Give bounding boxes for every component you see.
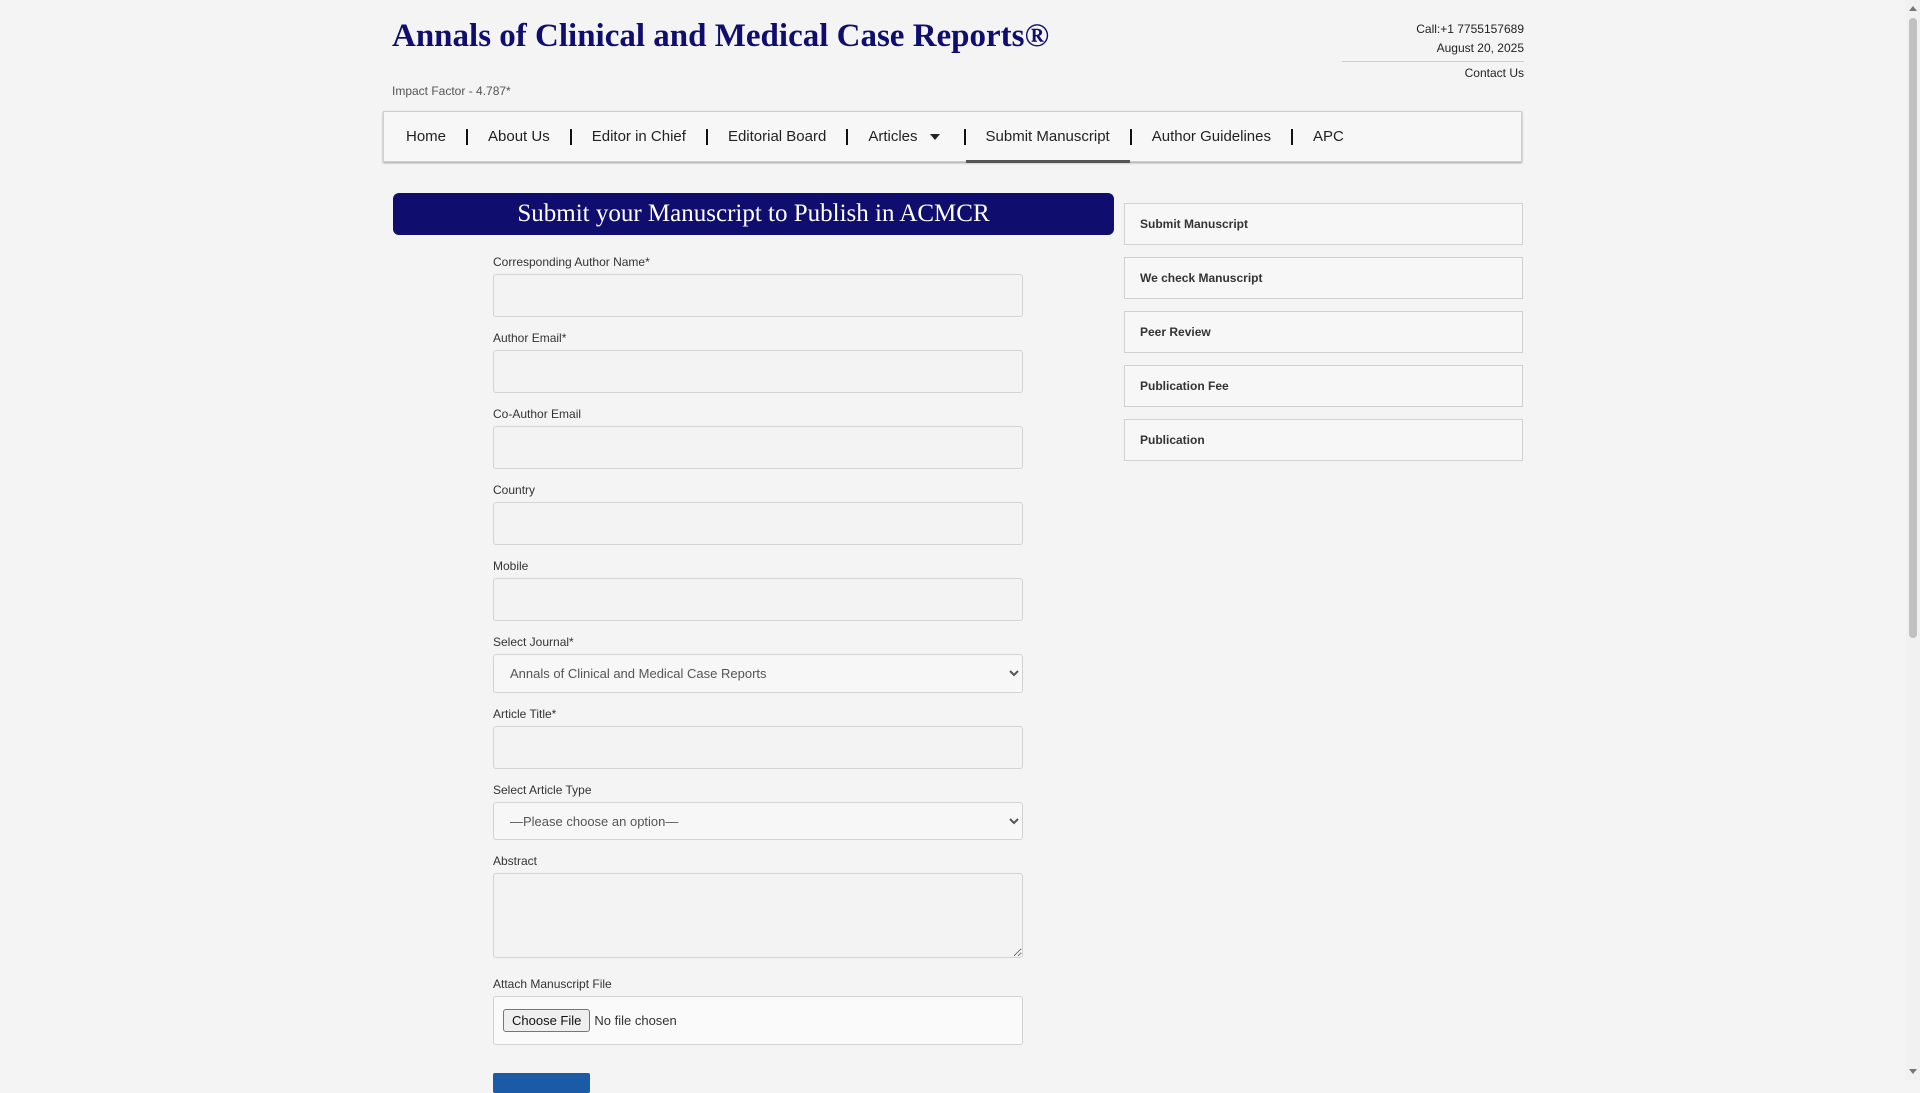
page-banner: Submit your Manuscript to Publish in ACM… xyxy=(393,193,1114,235)
nav-articles-label: Articles xyxy=(868,128,918,145)
sidebar: Submit Manuscript We check Manuscript Pe… xyxy=(1124,203,1523,473)
coauthor-email-label: Co-Author Email xyxy=(493,407,582,421)
article-title-label: Article Title* xyxy=(493,707,557,721)
scroll-down-icon[interactable] xyxy=(1909,1069,1917,1074)
nav-separator xyxy=(569,128,572,145)
contact-us-link[interactable]: Contact Us xyxy=(1342,65,1524,81)
nav-editorial-board[interactable]: Editorial Board xyxy=(728,112,846,161)
journal-select[interactable]: Annals of Clinical and Medical Case Repo… xyxy=(493,654,1023,693)
country-field-group: Country xyxy=(493,483,1023,545)
file-label: Attach Manuscript File xyxy=(493,977,612,991)
sidebar-item-label: Publication Fee xyxy=(1140,379,1229,393)
article-title-field-group: Article Title* xyxy=(493,707,1023,769)
sidebar-item-submit-manuscript[interactable]: Submit Manuscript xyxy=(1124,203,1523,245)
sidebar-item-label: Publication xyxy=(1140,433,1205,447)
sidebar-item-we-check-manuscript[interactable]: We check Manuscript xyxy=(1124,257,1523,299)
author-email-label: Author Email* xyxy=(493,331,567,345)
nav-submit-manuscript-label: Submit Manuscript xyxy=(985,128,1110,145)
contact-box: Call:+1 7755157689 August 20, 2025 Conta… xyxy=(1342,20,1524,81)
sidebar-item-label: We check Manuscript xyxy=(1140,271,1263,285)
nav-separator xyxy=(466,128,469,145)
scroll-up-icon[interactable] xyxy=(1909,6,1917,11)
country-input[interactable] xyxy=(493,502,1023,545)
impact-factor: Impact Factor - 4.787* xyxy=(392,84,511,98)
coauthor-email-input[interactable] xyxy=(493,426,1023,469)
file-status: No file chosen xyxy=(594,1013,677,1028)
nav-articles[interactable]: Articles xyxy=(868,112,959,161)
nav-separator xyxy=(705,128,708,145)
nav-home-label: Home xyxy=(406,128,447,145)
main-navbar: Home About Us Editor in Chief Editorial … xyxy=(383,111,1522,163)
nav-about-us[interactable]: About Us xyxy=(488,112,570,161)
nav-separator xyxy=(1290,128,1293,145)
author-name-input[interactable] xyxy=(493,274,1023,317)
mobile-field-group: Mobile xyxy=(493,559,1023,621)
article-type-field-group: Select Article Type —Please choose an op… xyxy=(493,783,1023,840)
nav-editor-in-chief[interactable]: Editor in Chief xyxy=(592,112,706,161)
choose-file-button[interactable]: Choose File xyxy=(503,1009,591,1032)
nav-about-us-label: About Us xyxy=(488,128,550,145)
nav-list: Home About Us Editor in Chief Editorial … xyxy=(384,112,1521,163)
nav-apc-label: APC xyxy=(1312,128,1344,145)
contact-divider xyxy=(1342,61,1524,62)
nav-editor-in-chief-label: Editor in Chief xyxy=(591,128,686,145)
sidebar-item-label: Peer Review xyxy=(1140,325,1211,339)
current-date: August 20, 2025 xyxy=(1436,41,1524,55)
chevron-down-icon xyxy=(929,133,940,140)
phone-number: Call:+1 7755157689 xyxy=(1416,22,1524,36)
abstract-textarea[interactable] xyxy=(493,873,1023,958)
sidebar-item-label: Submit Manuscript xyxy=(1140,217,1249,231)
page-title: Submit your Manuscript to Publish in ACM… xyxy=(517,200,990,227)
article-type-select[interactable]: —Please choose an option— xyxy=(493,802,1023,840)
nav-author-guidelines-label: Author Guidelines xyxy=(1151,128,1271,145)
author-name-label: Corresponding Author Name* xyxy=(493,255,650,269)
submit-button[interactable] xyxy=(493,1073,590,1093)
coauthor-email-field-group: Co-Author Email xyxy=(493,407,1023,469)
page-scrollbar[interactable] xyxy=(1906,0,1920,1080)
mobile-input[interactable] xyxy=(493,578,1023,621)
scrollbar-thumb[interactable] xyxy=(1909,18,1917,638)
nav-submit-manuscript[interactable]: Submit Manuscript xyxy=(965,114,1130,163)
nav-apc[interactable]: APC xyxy=(1313,112,1364,161)
mobile-label: Mobile xyxy=(493,559,529,573)
article-title-input[interactable] xyxy=(493,726,1023,769)
sidebar-item-peer-review[interactable]: Peer Review xyxy=(1124,311,1523,353)
nav-home[interactable]: Home xyxy=(406,112,466,161)
site-title[interactable]: Annals of Clinical and Medical Case Repo… xyxy=(392,18,1049,55)
nav-separator xyxy=(846,128,849,145)
journal-field-group: Select Journal* Annals of Clinical and M… xyxy=(493,635,1023,693)
country-label: Country xyxy=(493,483,536,497)
file-upload: Choose File No file chosen xyxy=(493,996,1023,1045)
nav-separator xyxy=(1129,128,1132,145)
abstract-field-group: Abstract xyxy=(493,854,1023,963)
sidebar-item-publication-fee[interactable]: Publication Fee xyxy=(1124,365,1523,407)
author-name-field-group: Corresponding Author Name* xyxy=(493,255,1023,317)
nav-editorial-board-label: Editorial Board xyxy=(727,128,827,145)
sidebar-item-publication[interactable]: Publication xyxy=(1124,419,1523,461)
author-email-input[interactable] xyxy=(493,350,1023,393)
author-email-field-group: Author Email* xyxy=(493,331,1023,393)
abstract-label: Abstract xyxy=(493,854,538,868)
manuscript-form: Corresponding Author Name* Author Email*… xyxy=(493,255,1023,1059)
journal-label: Select Journal* xyxy=(493,635,574,649)
nav-author-guidelines[interactable]: Author Guidelines xyxy=(1152,112,1291,161)
file-field-group: Attach Manuscript File Choose File No fi… xyxy=(493,977,1023,1045)
article-type-label: Select Article Type xyxy=(493,783,592,797)
